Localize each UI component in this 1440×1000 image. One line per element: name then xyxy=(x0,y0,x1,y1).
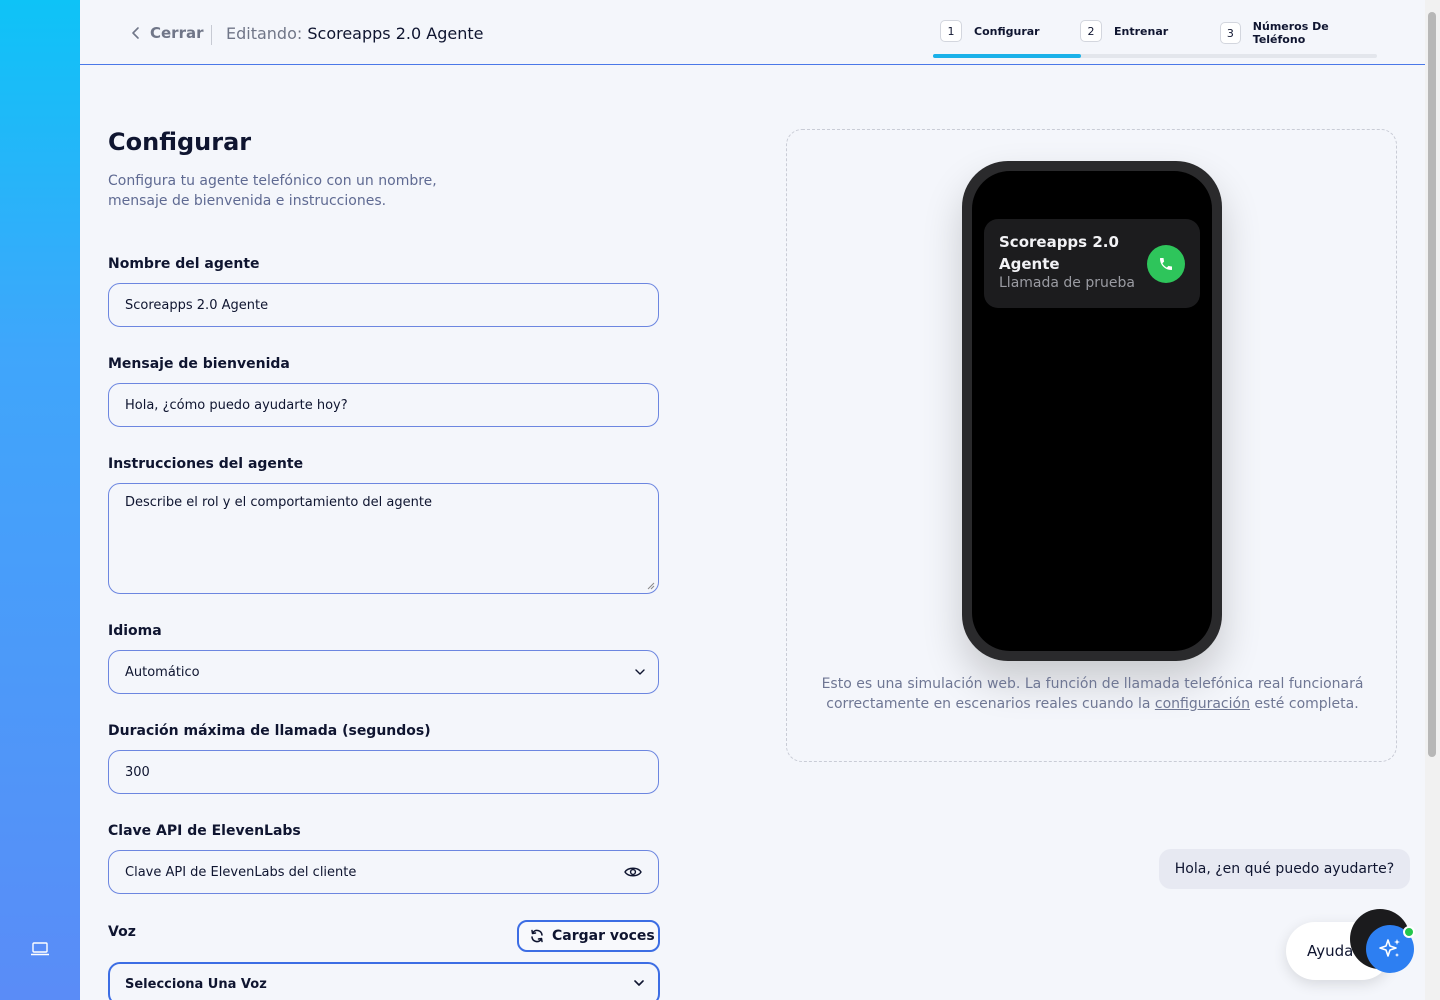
chat-greeting-bubble[interactable]: Hola, ¿en qué puedo ayudarte? xyxy=(1159,849,1410,889)
refresh-icon xyxy=(531,929,543,943)
call-agent-name: Scoreapps 2.0 Agente xyxy=(999,233,1119,273)
header-divider xyxy=(211,25,212,45)
apikey-input[interactable]: Clave API de ElevenLabs del cliente xyxy=(108,850,659,894)
eye-icon[interactable] xyxy=(624,865,642,879)
chevron-down-icon xyxy=(634,980,644,986)
phone-mockup: Scoreapps 2.0 Agente Llamada de prueba xyxy=(962,161,1222,661)
scrollbar-thumb[interactable] xyxy=(1428,12,1436,757)
max-duration-label: Duración máxima de llamada (segundos) xyxy=(108,723,431,739)
simulation-note-end: esté completa. xyxy=(1254,696,1359,712)
voice-select-value: Selecciona Una Voz xyxy=(125,976,267,992)
apikey-placeholder: Clave API de ElevenLabs del cliente xyxy=(125,864,357,880)
language-label: Idioma xyxy=(108,623,162,639)
step-number: 1 xyxy=(940,20,962,42)
phone-screen: Scoreapps 2.0 Agente Llamada de prueba xyxy=(972,171,1212,651)
voice-label: Voz xyxy=(108,924,136,940)
resize-grip-icon[interactable] xyxy=(647,582,655,590)
step-progress-fill xyxy=(933,54,1081,58)
load-voices-button[interactable]: Cargar voces xyxy=(517,920,660,952)
step-number: 2 xyxy=(1080,20,1102,42)
step-number: 3 xyxy=(1220,22,1241,44)
scrollbar[interactable] xyxy=(1425,0,1440,1000)
agent-name-label: Nombre del agente xyxy=(108,256,260,272)
stepper: 1 Configurar 2 Entrenar 3 Números De Tel… xyxy=(933,20,1377,58)
phone-icon xyxy=(1160,258,1172,270)
step-label: Números De Teléfono xyxy=(1252,20,1329,46)
chevron-down-icon xyxy=(635,669,645,675)
welcome-message-label: Mensaje de bienvenida xyxy=(108,356,290,372)
instructions-textarea[interactable]: Describe el rol y el comportamiento del … xyxy=(108,483,659,594)
voice-select[interactable]: Selecciona Una Voz xyxy=(108,962,660,1000)
configuration-link[interactable]: configuración xyxy=(1155,696,1250,712)
close-button[interactable]: Cerrar xyxy=(130,24,204,42)
instructions-placeholder: Describe el rol y el comportamiento del … xyxy=(125,495,432,510)
step-configurar[interactable]: 1 Configurar xyxy=(940,20,1040,42)
language-value: Automático xyxy=(125,664,200,680)
welcome-message-input[interactable]: Hola, ¿cómo puedo ayudarte hoy? xyxy=(108,383,659,427)
top-bar: Cerrar Editando: Scoreapps 2.0 Agente 1 … xyxy=(80,0,1425,65)
step-label: Configurar xyxy=(974,24,1040,38)
chevron-left-icon xyxy=(132,27,139,39)
call-subtitle: Llamada de prueba xyxy=(999,275,1135,291)
agent-name-value: Scoreapps 2.0 Agente xyxy=(125,297,269,313)
left-rail xyxy=(0,0,80,1000)
help-label: Ayuda xyxy=(1307,942,1354,960)
instructions-label: Instrucciones del agente xyxy=(108,456,304,472)
close-label: Cerrar xyxy=(150,24,204,42)
phone-preview-panel: Scoreapps 2.0 Agente Llamada de prueba E… xyxy=(786,129,1397,762)
step-entrenar[interactable]: 2 Entrenar xyxy=(1080,20,1168,42)
online-status-dot xyxy=(1403,926,1415,938)
page-description: Configura tu agente telefónico con un no… xyxy=(108,173,437,209)
editing-prefix: Editando: xyxy=(226,24,303,43)
simulation-note: Esto es una simulación web. La función d… xyxy=(817,674,1368,714)
call-card: Scoreapps 2.0 Agente Llamada de prueba xyxy=(984,219,1200,308)
sparkles-icon xyxy=(1379,939,1400,957)
page-title: Configurar xyxy=(108,128,252,156)
welcome-message-value: Hola, ¿cómo puedo ayudarte hoy? xyxy=(125,397,348,413)
load-voices-label: Cargar voces xyxy=(552,928,655,944)
start-call-button[interactable] xyxy=(1147,245,1185,283)
max-duration-input[interactable]: 300 xyxy=(108,750,659,794)
editing-title: Editando: Scoreapps 2.0 Agente xyxy=(226,24,483,43)
language-select[interactable]: Automático xyxy=(108,650,659,694)
step-numeros-telefono[interactable]: 3 Números De Teléfono xyxy=(1220,20,1377,46)
main-area: Cerrar Editando: Scoreapps 2.0 Agente 1 … xyxy=(80,0,1425,1000)
apikey-label: Clave API de ElevenLabs xyxy=(108,823,301,839)
max-duration-value: 300 xyxy=(125,764,150,780)
laptop-icon[interactable] xyxy=(30,940,50,958)
step-label: Entrenar xyxy=(1114,24,1169,38)
editing-agent-name: Scoreapps 2.0 Agente xyxy=(307,24,484,43)
agent-name-input[interactable]: Scoreapps 2.0 Agente xyxy=(108,283,659,327)
